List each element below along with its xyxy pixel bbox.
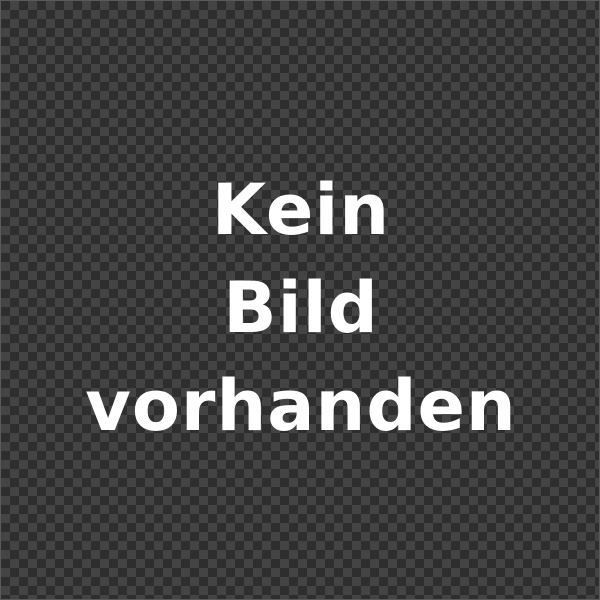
message-line-2: Bild — [223, 267, 379, 349]
message-line-1: Kein — [211, 169, 391, 251]
image-placeholder: Kein Bild vorhanden — [0, 0, 600, 600]
message-line-3: vorhanden — [85, 365, 517, 447]
no-image-message: Kein Bild vorhanden — [1, 161, 600, 455]
